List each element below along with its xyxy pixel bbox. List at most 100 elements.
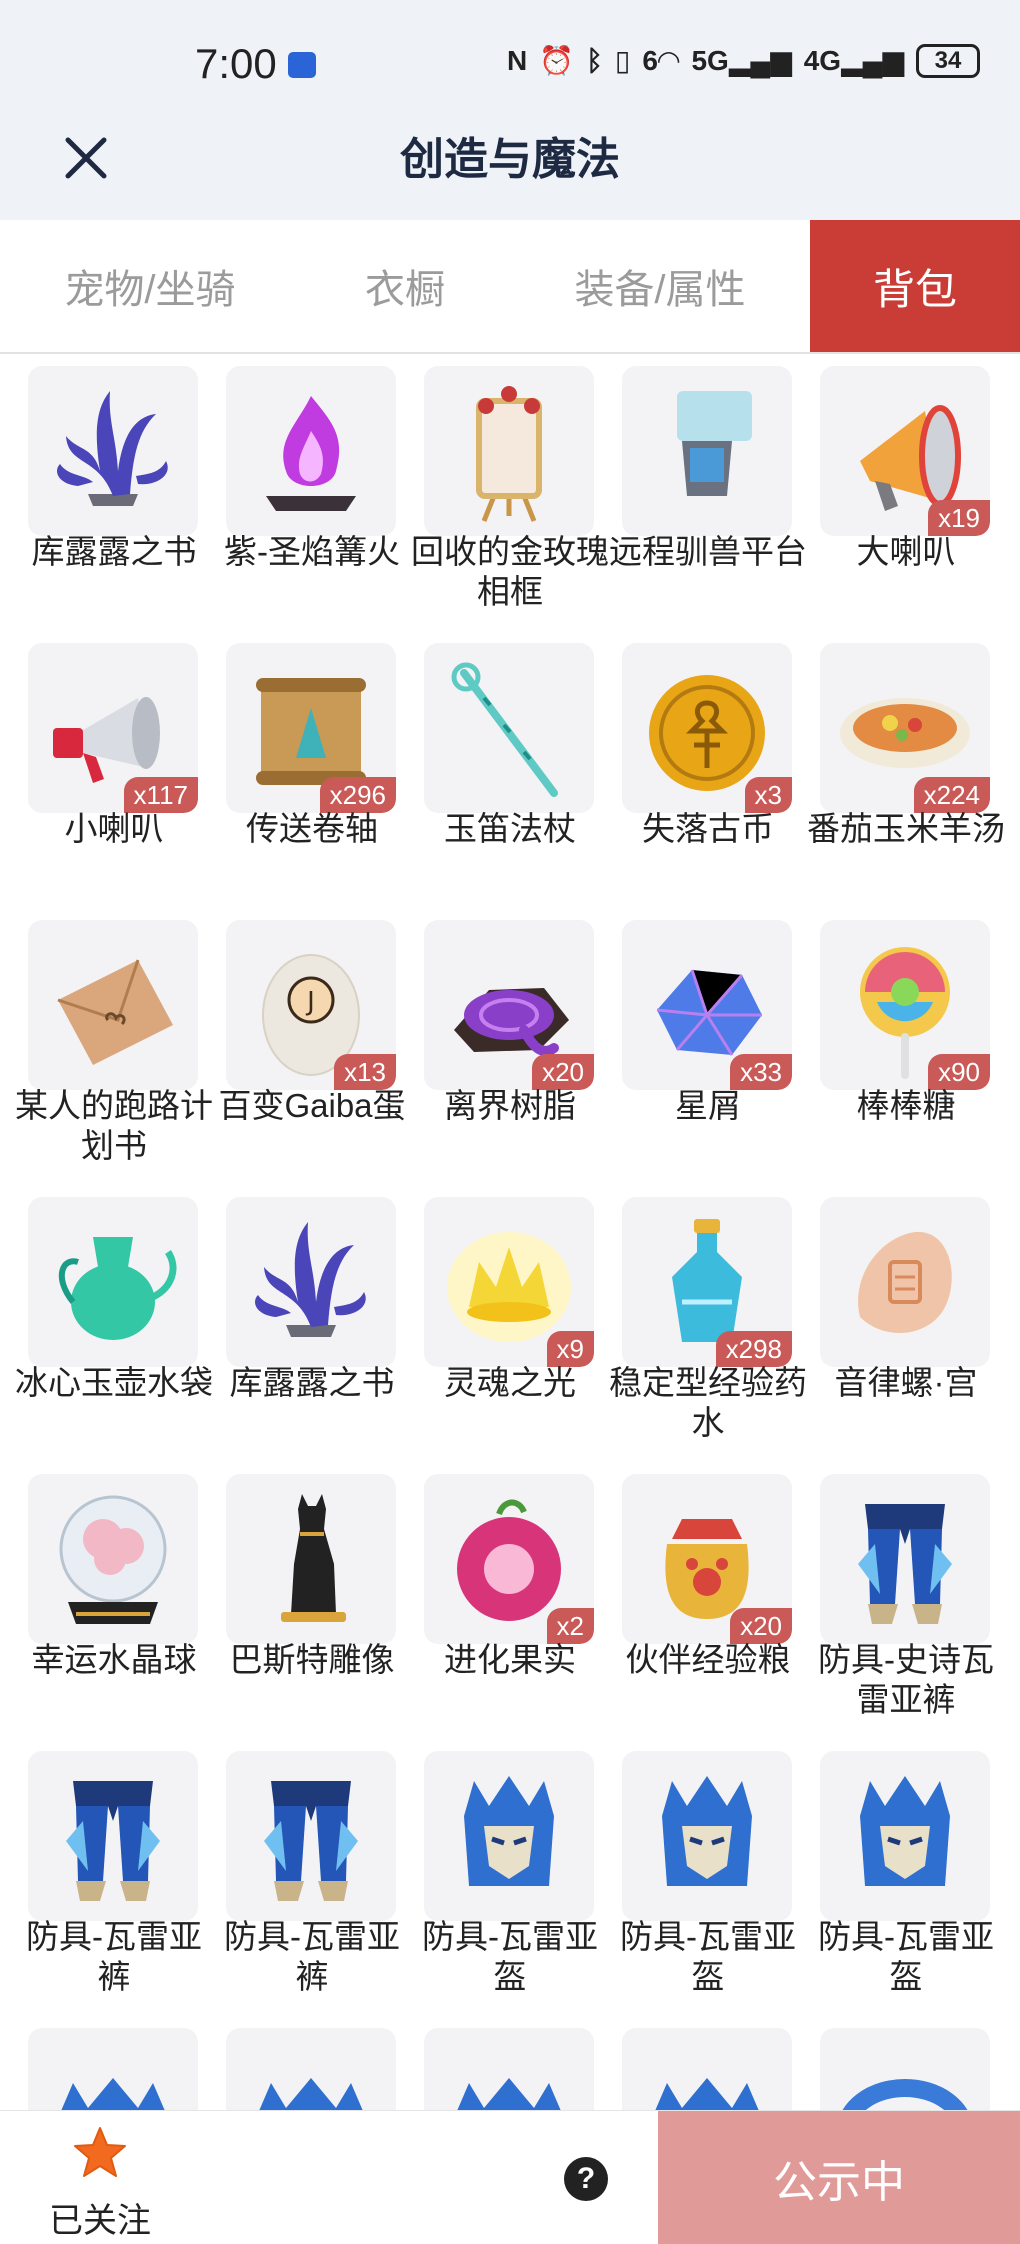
item-name: 防具-瓦雷亚盔	[818, 1918, 994, 1995]
item-thumbnail: x20	[424, 920, 594, 1090]
remote-platform-icon	[677, 391, 752, 496]
rose-frame-easel-icon	[476, 386, 542, 522]
item-thumbnail	[622, 2028, 792, 2110]
item-thumbnail	[226, 1751, 396, 1921]
item-quantity-badge: x2	[546, 1608, 594, 1644]
armor-partial-icon	[61, 2078, 165, 2110]
envelope-icon	[57, 959, 173, 1065]
star-icon	[74, 2127, 126, 2177]
page-title: 创造与魔法	[400, 135, 620, 184]
item-thumbnail: x19	[820, 366, 990, 536]
armor-pants-icon	[264, 1781, 358, 1901]
item-thumbnail	[820, 2028, 990, 2110]
tentacle-book-icon	[57, 391, 168, 506]
item-thumbnail	[820, 1751, 990, 1921]
item-quantity-badge: x90	[928, 1054, 990, 1090]
item-name: 玉笛法杖	[444, 810, 576, 847]
item-thumbnail	[820, 1197, 990, 1367]
armor-helmet-icon	[860, 1776, 950, 1886]
item-thumbnail: x9	[424, 1197, 594, 1367]
public-status-button[interactable]: 公示中	[658, 2111, 1020, 2244]
item-name: 星屑	[675, 1087, 741, 1124]
item-thumbnail	[28, 920, 198, 1090]
item-thumbnail: x298	[622, 1197, 792, 1367]
item-quantity-badge: x13	[334, 1054, 396, 1090]
bastet-statue-icon	[281, 1494, 346, 1622]
status-bar: 7:00 N ⏰ ᛒ ▯ 6◠ 5G▂▄▆ 4G▂▄▆ 34	[0, 0, 1020, 120]
item-quantity-badge: x298	[715, 1331, 792, 1367]
status-time: 7:00	[195, 40, 277, 87]
item-grid: 库露露之书 紫-圣焰篝火 回收的金玫瑰相框 远程驯兽平台 x19 大喇叭 x117 小喇叭 x2…	[0, 366, 1020, 2110]
item-name: 棒棒糖	[856, 1087, 956, 1124]
item-quantity-badge: x296	[319, 777, 396, 813]
app-notification-icon	[288, 52, 316, 78]
item-thumbnail	[424, 366, 594, 536]
armor-partial-icon	[259, 2078, 363, 2110]
item-thumbnail	[226, 1474, 396, 1644]
armor-ring-icon	[842, 2079, 968, 2110]
item-thumbnail: x3	[622, 643, 792, 813]
purple-bonfire-icon	[266, 396, 356, 511]
item-thumbnail	[28, 1197, 198, 1367]
item-name: 防具-瓦雷亚盔	[422, 1918, 598, 1995]
item-quantity-badge: x3	[744, 777, 792, 813]
item-name: 防具-瓦雷亚盔	[620, 1918, 796, 1995]
item-thumbnail	[226, 2028, 396, 2110]
follow-button[interactable]: 已关注	[40, 2125, 160, 2240]
item-thumbnail: Jx13	[226, 920, 396, 1090]
follow-label: 已关注	[49, 2202, 151, 2240]
nfc-icon: N	[507, 45, 528, 76]
item-name: 灵魂之光	[444, 1364, 576, 1401]
item-thumbnail	[622, 1751, 792, 1921]
battery-icon: 34	[916, 44, 980, 78]
item-name: 防具-瓦雷亚裤	[224, 1918, 400, 1995]
tab-pets-mounts[interactable]: 宠物/坐骑	[0, 220, 300, 352]
armor-pants-icon	[66, 1781, 160, 1901]
item-name: 伙伴经验粮	[625, 1641, 791, 1678]
item-thumbnail	[424, 2028, 594, 2110]
item-name: 库露露之书	[31, 533, 197, 570]
signal-5g-icon: 5G▂▄▆	[691, 45, 792, 76]
tab-backpack[interactable]: 背包	[810, 220, 1020, 352]
tab-wardrobe[interactable]: 衣橱	[300, 220, 510, 352]
bluetooth-icon: ᛒ	[586, 45, 603, 76]
item-quantity-badge: x117	[123, 777, 198, 813]
item-thumbnail	[424, 643, 594, 813]
help-button[interactable]: ?	[564, 2157, 608, 2201]
item-name: 某人的跑路计划书	[15, 1087, 213, 1164]
item-thumbnail	[820, 1474, 990, 1644]
signal-4g-icon: 4G▂▄▆	[803, 45, 904, 76]
item-name: 幸运水晶球	[31, 1641, 197, 1678]
item-name: 稳定型经验药水	[609, 1364, 807, 1441]
item-thumbnail: x20	[622, 1474, 792, 1644]
header: 创造与魔法	[0, 120, 1020, 220]
status-icons: N ⏰ ᛒ ▯ 6◠ 5G▂▄▆ 4G▂▄▆ 34	[507, 44, 980, 78]
vibrate-icon: ▯	[614, 45, 631, 76]
item-thumbnail	[28, 1751, 198, 1921]
item-thumbnail	[226, 1197, 396, 1367]
item-thumbnail	[28, 366, 198, 536]
item-name: 番茄玉米羊汤	[807, 810, 1005, 847]
item-name: 百变Gaiba蛋	[218, 1087, 406, 1124]
item-name: 冰心玉壶水袋	[15, 1364, 213, 1401]
jade-pot-icon	[58, 1237, 177, 1340]
item-name: 防具-瓦雷亚裤	[26, 1918, 202, 1995]
item-name: 回收的金玫瑰相框	[411, 533, 609, 610]
item-quantity-badge: x20	[730, 1608, 792, 1644]
wifi-icon: 6◠	[642, 45, 680, 76]
item-quantity-badge: x224	[913, 777, 990, 813]
alarm-icon: ⏰	[539, 45, 575, 76]
armor-partial-icon	[655, 2078, 759, 2110]
item-quantity-badge: x9	[546, 1331, 594, 1367]
crystal-ball-icon	[59, 1495, 167, 1624]
bottom-bar: 已关注 ? 公示中	[0, 2110, 1020, 2244]
item-thumbnail: x117	[28, 643, 198, 813]
item-name: 离界树脂	[444, 1087, 576, 1124]
item-quantity-badge: x19	[928, 500, 990, 536]
item-name: 大喇叭	[856, 533, 956, 570]
armor-partial-icon	[457, 2078, 561, 2110]
tab-equipment[interactable]: 装备/属性	[510, 220, 810, 352]
item-name: 传送卷轴	[246, 810, 378, 847]
item-quantity-badge: x20	[532, 1054, 594, 1090]
item-thumbnail	[226, 366, 396, 536]
